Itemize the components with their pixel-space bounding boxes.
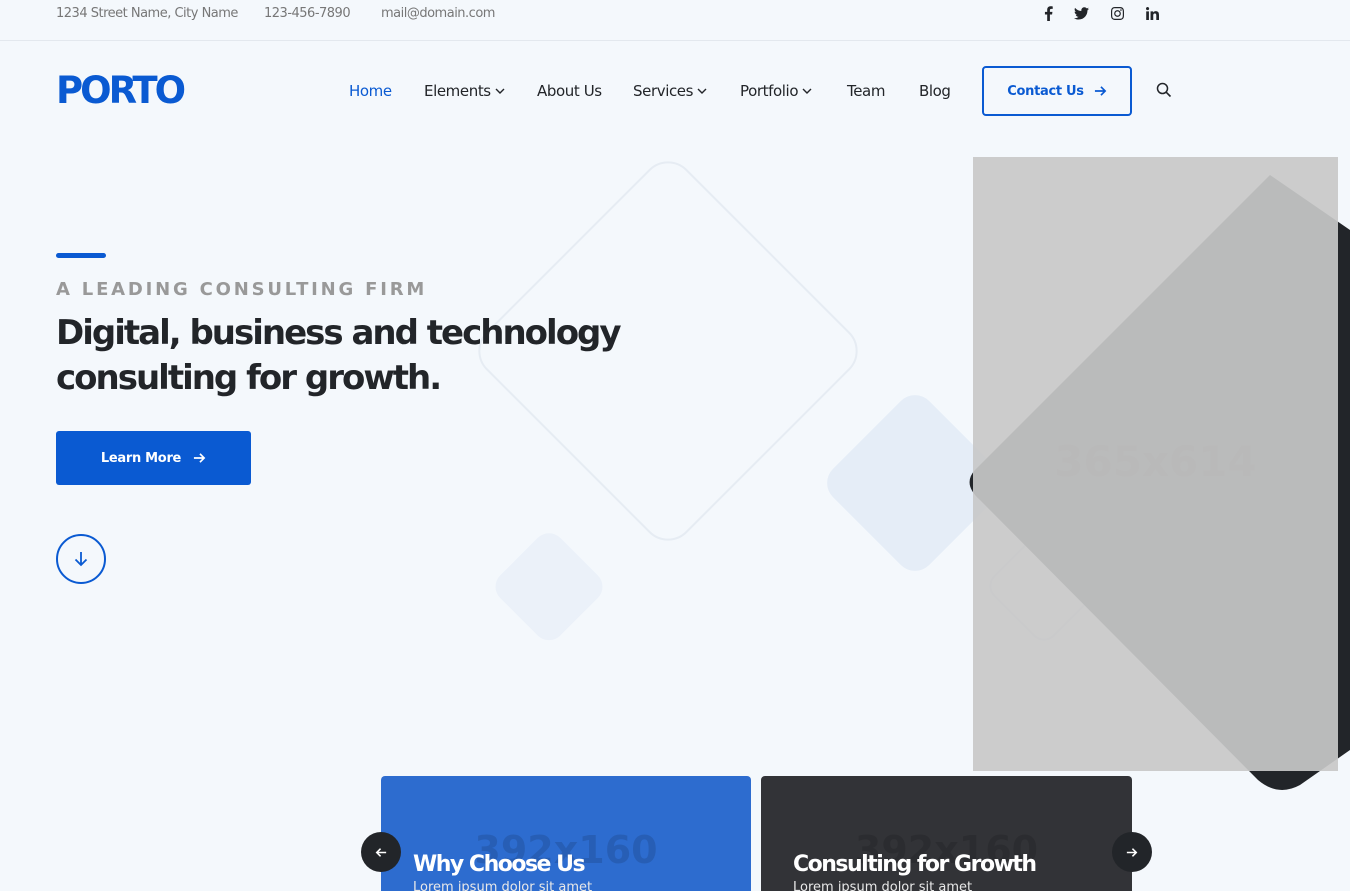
nav-portfolio[interactable]: Portfolio <box>740 82 813 100</box>
arrow-left-icon <box>375 847 387 857</box>
hero-headline: Digital, business and technology consult… <box>56 313 622 398</box>
scroll-down-button[interactable] <box>56 534 106 584</box>
search-icon[interactable] <box>1156 82 1172 98</box>
card-consulting-for-growth[interactable]: 392x160 Consulting for Growth Lorem ipsu… <box>761 776 1132 891</box>
arrow-right-icon <box>194 453 206 463</box>
nav-elements[interactable]: Elements <box>424 82 506 100</box>
nav-blog[interactable]: Blog <box>919 82 951 100</box>
twitter-icon[interactable] <box>1072 4 1090 22</box>
hero-image-placeholder: 365x614 <box>973 157 1338 771</box>
accent-line <box>56 253 106 258</box>
carousel-prev-button[interactable] <box>361 832 401 872</box>
chevron-down-icon <box>697 88 707 94</box>
arrow-right-icon <box>1126 847 1138 857</box>
facebook-icon[interactable] <box>1039 4 1057 22</box>
top-bar: 1234 Street Name, City Name 123-456-7890… <box>0 0 1350 41</box>
card-title: Consulting for Growth <box>793 852 1037 877</box>
arrow-right-icon <box>1094 86 1107 96</box>
card-subtitle: Lorem ipsum dolor sit amet <box>413 880 593 891</box>
chevron-down-icon <box>495 88 505 94</box>
email-link[interactable]: mail@domain.com <box>381 6 495 21</box>
card-subtitle: Lorem ipsum dolor sit amet <box>793 880 973 891</box>
instagram-icon[interactable] <box>1108 4 1126 22</box>
card-title: Why Choose Us <box>413 852 586 877</box>
hero-eyebrow: A LEADING CONSULTING FIRM <box>56 279 428 300</box>
nav-services[interactable]: Services <box>633 82 708 100</box>
carousel-next-button[interactable] <box>1112 832 1152 872</box>
contact-us-button[interactable]: Contact Us <box>982 66 1132 116</box>
phone-link[interactable]: 123-456-7890 <box>264 6 351 21</box>
learn-more-button[interactable]: Learn More <box>56 431 251 485</box>
linkedin-icon[interactable] <box>1143 4 1161 22</box>
nav-about-us[interactable]: About Us <box>537 82 602 100</box>
arrow-down-icon <box>74 552 88 567</box>
logo[interactable]: PORTO <box>56 71 186 111</box>
nav-home[interactable]: Home <box>349 82 392 100</box>
nav-team[interactable]: Team <box>847 82 885 100</box>
address-text: 1234 Street Name, City Name <box>56 6 238 21</box>
chevron-down-icon <box>802 88 812 94</box>
card-why-choose-us[interactable]: 392x160 Why Choose Us Lorem ipsum dolor … <box>381 776 751 891</box>
